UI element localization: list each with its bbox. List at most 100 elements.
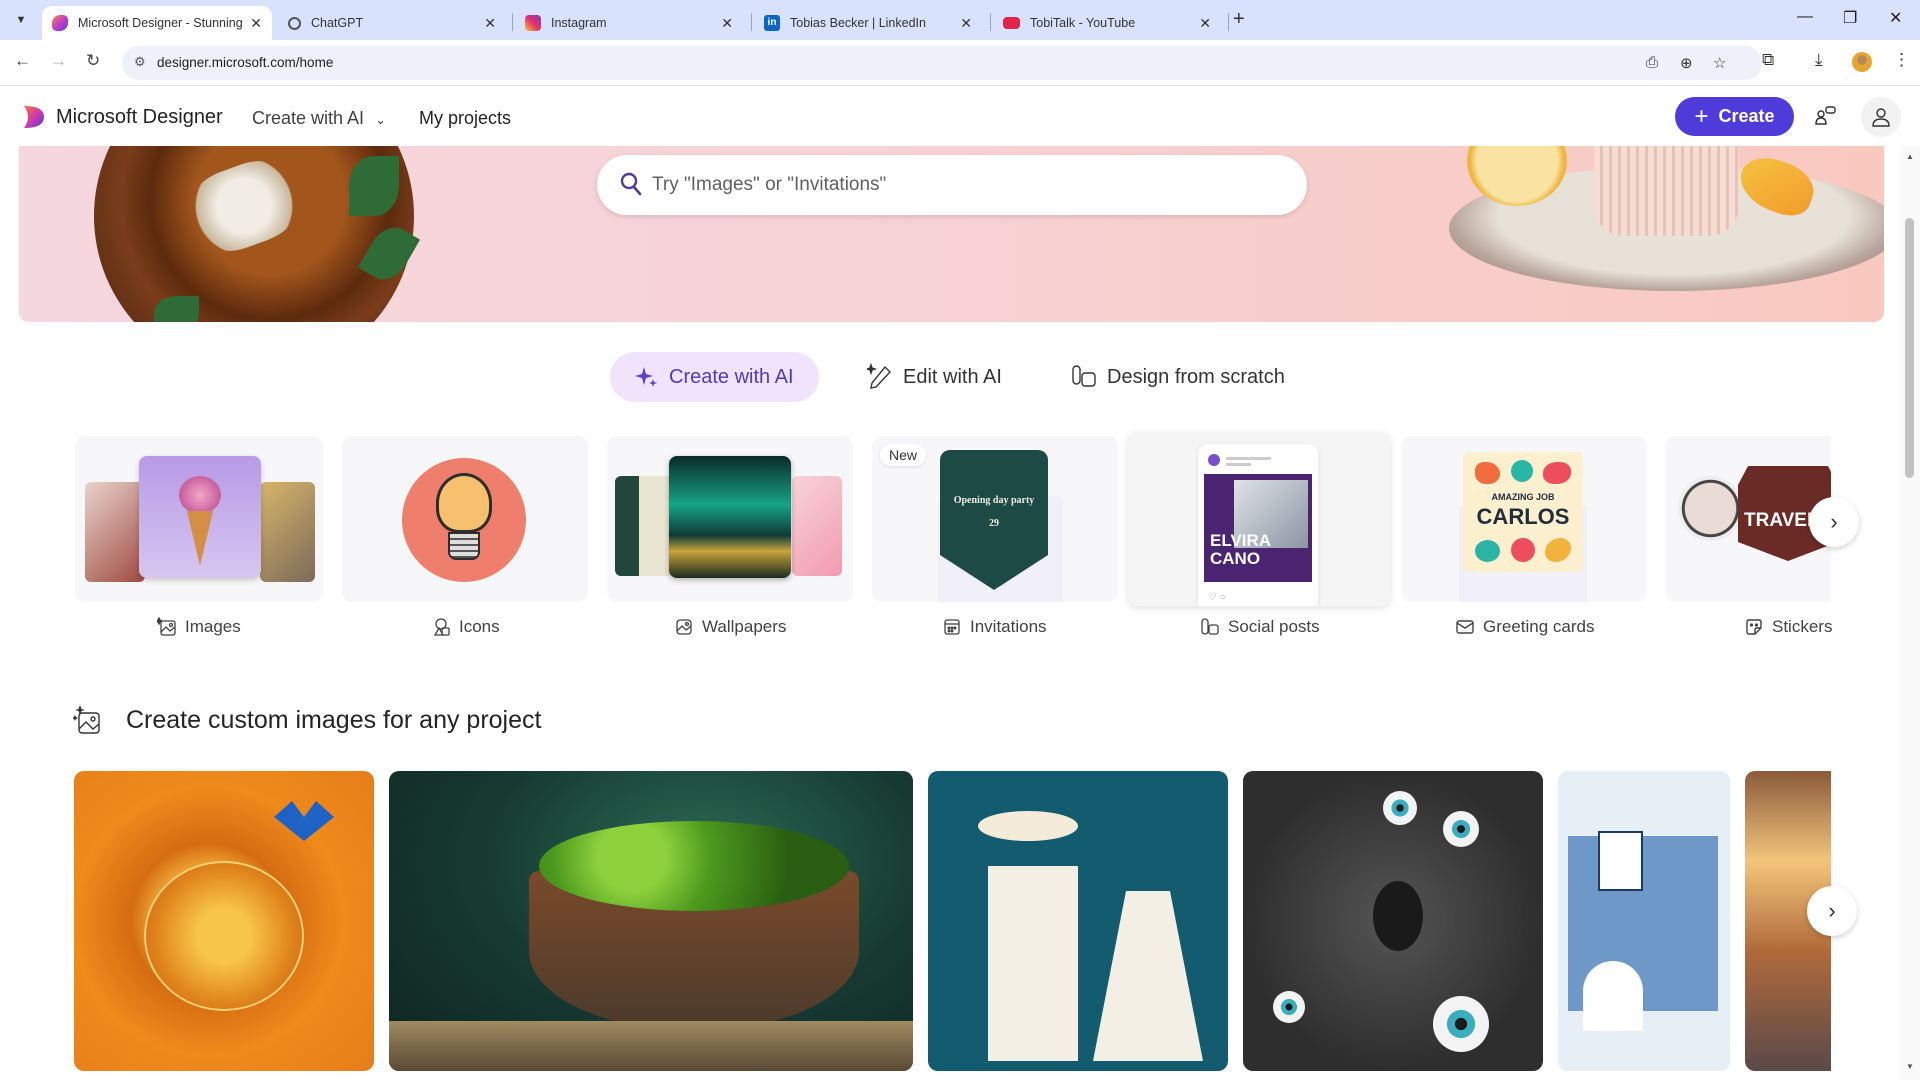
shapes-icon xyxy=(1072,365,1096,387)
search-icon xyxy=(620,172,642,196)
youtube-favicon-icon xyxy=(1003,17,1020,29)
tab-design-from-scratch[interactable]: Design from scratch xyxy=(1046,352,1310,402)
category-card-wallpapers[interactable] xyxy=(607,436,853,602)
category-label-greeting-cards[interactable]: Greeting cards xyxy=(1455,614,1595,640)
tab-search-dropdown[interactable]: ▼ xyxy=(8,7,34,33)
gallery-image-medical[interactable] xyxy=(1558,771,1730,1071)
close-tab-icon[interactable]: ✕ xyxy=(484,15,496,32)
image-sparkle-icon xyxy=(73,705,100,734)
woman-shape xyxy=(1093,891,1203,1061)
linkedin-favicon-icon: in xyxy=(764,15,780,31)
forward-button[interactable]: → xyxy=(50,51,67,71)
page-scrollbar[interactable]: ▲ ▼ xyxy=(1900,146,1920,1080)
site-info-icon[interactable]: ⚙ xyxy=(134,54,146,70)
olives-shape xyxy=(539,821,849,911)
mint-leaf-image xyxy=(154,296,199,322)
restore-button[interactable]: ❐ xyxy=(1843,8,1857,28)
browser-tab-instagram[interactable]: Instagram ✕ xyxy=(515,6,743,40)
categories-next-button[interactable]: › xyxy=(1809,497,1859,547)
close-window-button[interactable]: ✕ xyxy=(1889,8,1902,28)
category-card-invitations[interactable]: Opening day party 29 New xyxy=(872,436,1118,602)
scroll-up-arrow-icon[interactable]: ▲ xyxy=(1906,152,1914,161)
eiffel-sticker-image xyxy=(1678,476,1743,541)
browser-tab-chatgpt[interactable]: ChatGPT ✕ xyxy=(278,6,506,40)
tab-separator xyxy=(751,13,752,31)
chatgpt-favicon-icon xyxy=(288,16,301,30)
icon-shapes-icon xyxy=(433,618,450,636)
url-text[interactable]: designer.microsoft.com/home xyxy=(157,55,333,70)
phone-mockup: ELVIRA CANO ♡ ○ xyxy=(1198,444,1318,606)
category-label-images[interactable]: Images xyxy=(157,614,241,640)
browser-profile-avatar[interactable] xyxy=(1852,52,1872,72)
gallery-image-olives[interactable] xyxy=(389,771,913,1071)
scroll-thumb[interactable] xyxy=(1905,218,1914,478)
address-bar[interactable]: ⚙ designer.microsoft.com/home ⎙ ⊕ ☆ xyxy=(122,46,1762,80)
sticker-icon xyxy=(1746,619,1762,635)
category-card-icons[interactable] xyxy=(342,436,588,602)
downloads-icon[interactable]: ⤓ xyxy=(1815,50,1823,70)
tab-create-with-ai[interactable]: Create with AI xyxy=(610,352,819,402)
gallery-image-couple[interactable] xyxy=(928,771,1228,1071)
designer-logo-icon xyxy=(24,106,44,128)
person-shape xyxy=(1583,961,1643,1031)
person-icon xyxy=(1872,108,1890,127)
gallery-image-jack-o-lantern[interactable] xyxy=(74,771,374,1071)
browser-toolbar: ← → ↻ ⚙ designer.microsoft.com/home ⎙ ⊕ … xyxy=(0,40,1920,86)
app-header: Microsoft Designer Create with AI ⌄ My p… xyxy=(0,86,1901,146)
gallery-image-spider[interactable] xyxy=(1243,771,1543,1071)
like-comment-icons: ♡ ○ xyxy=(1208,592,1226,603)
category-label-invitations[interactable]: Invitations xyxy=(942,614,1047,640)
eyeball-shape xyxy=(1433,996,1489,1052)
close-tab-icon[interactable]: ✕ xyxy=(721,15,733,32)
category-label-social-posts[interactable]: Social posts xyxy=(1200,614,1320,640)
nav-create-with-ai[interactable]: Create with AI ⌄ xyxy=(252,108,386,129)
preview-image xyxy=(85,482,145,582)
browser-menu-icon[interactable]: ⋮ xyxy=(1893,50,1910,70)
scroll-down-arrow-icon[interactable]: ▼ xyxy=(1906,1062,1914,1071)
category-card-social-posts[interactable]: ELVIRA CANO ♡ ○ xyxy=(1128,432,1390,606)
minimize-button[interactable]: — xyxy=(1797,8,1813,26)
nav-my-projects[interactable]: My projects xyxy=(419,108,511,129)
close-tab-icon[interactable]: ✕ xyxy=(1199,15,1211,32)
zoom-icon[interactable]: ⊕ xyxy=(1680,54,1693,72)
pumpkin-shape xyxy=(144,861,304,1011)
bookmark-star-icon[interactable]: ☆ xyxy=(1713,54,1726,72)
magic-pen-icon xyxy=(867,363,891,389)
category-card-images[interactable] xyxy=(75,436,323,602)
browser-tab-youtube[interactable]: TobiTalk - YouTube ✕ xyxy=(993,6,1221,40)
tab-edit-with-ai[interactable]: Edit with AI xyxy=(842,352,1027,402)
category-label-icons[interactable]: Icons xyxy=(431,614,500,640)
eyeball-shape xyxy=(1273,991,1305,1023)
glass-image xyxy=(1594,146,1739,236)
preview-image xyxy=(260,482,315,582)
close-tab-icon[interactable]: ✕ xyxy=(250,15,262,32)
new-tab-button[interactable]: + xyxy=(1233,8,1245,31)
gallery-next-button[interactable]: › xyxy=(1807,886,1857,936)
category-card-greeting-cards[interactable]: AMAZING JOB CARLOS xyxy=(1401,436,1647,602)
search-box[interactable] xyxy=(597,155,1307,215)
close-tab-icon[interactable]: ✕ xyxy=(960,15,972,32)
man-shape xyxy=(988,866,1078,1061)
brand-name: Microsoft Designer xyxy=(56,106,223,128)
category-card-stickers[interactable]: TRAVEL xyxy=(1665,436,1831,602)
install-app-icon[interactable]: ⎙ xyxy=(1646,54,1658,71)
back-button[interactable]: ← xyxy=(14,51,31,71)
envelope-icon xyxy=(1456,620,1474,634)
browser-tab-designer[interactable]: Microsoft Designer - Stunning designs in… xyxy=(42,6,272,40)
create-button[interactable]: + Create xyxy=(1675,97,1794,136)
community-icon[interactable] xyxy=(1813,104,1837,134)
table-shape xyxy=(389,1021,913,1071)
account-button[interactable] xyxy=(1861,97,1901,137)
category-label-wallpapers[interactable]: Wallpapers xyxy=(674,614,786,640)
reload-button[interactable]: ↻ xyxy=(86,51,100,71)
ice-cream-image xyxy=(139,456,261,578)
browser-tab-linkedin[interactable]: in Tobias Becker | LinkedIn ✕ xyxy=(754,6,982,40)
extensions-icon[interactable]: ⧉ xyxy=(1762,50,1774,70)
tab-separator xyxy=(1228,13,1229,31)
category-label-stickers[interactable]: Stickers xyxy=(1744,614,1832,640)
preview-image xyxy=(615,476,675,576)
new-badge: New xyxy=(880,444,927,466)
search-input[interactable] xyxy=(652,169,1272,201)
aurora-image xyxy=(669,456,791,578)
eyeball-shape xyxy=(1383,791,1417,825)
